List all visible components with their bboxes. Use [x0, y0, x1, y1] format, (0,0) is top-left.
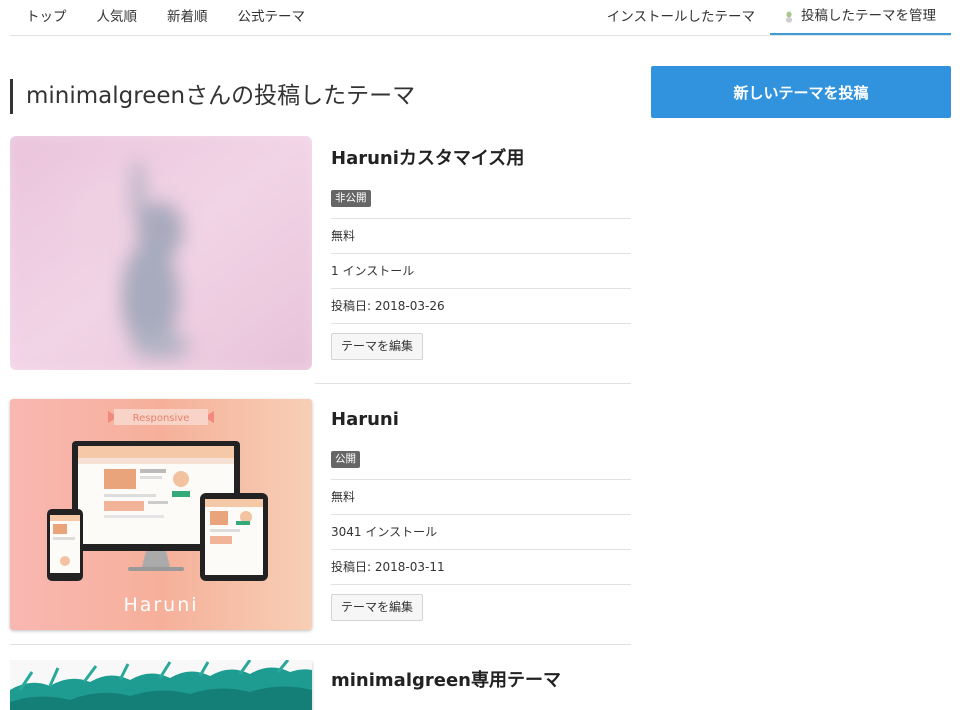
thumb-banner-text: Responsive [133, 413, 190, 424]
card-divider [315, 383, 631, 384]
theme-info: Haruni 公開 無料 3041 インストール 投稿日: 2018-03-11… [331, 401, 631, 629]
edit-theme-button[interactable]: テーマを編集 [331, 332, 424, 360]
theme-posted-date: 投稿日: 2018-03-11 [331, 550, 631, 585]
nav-manage-themes[interactable]: 投稿したテーマを管理 [770, 0, 951, 35]
status-badge: 非公開 [331, 189, 371, 207]
theme-thumbnail[interactable] [10, 660, 312, 710]
nav-popular[interactable]: 人気順 [82, 0, 153, 35]
theme-card: Haruniカスタマイズ用 非公開 無料 1 インストール 投稿日: 2018-… [10, 136, 631, 384]
nav-top[interactable]: トップ [10, 0, 82, 35]
user-leaf-icon [785, 11, 793, 23]
theme-price: 無料 [331, 219, 631, 254]
status-badge: 公開 [331, 450, 360, 468]
nav-official[interactable]: 公式テーマ [223, 0, 321, 35]
theme-title[interactable]: Haruni [331, 401, 631, 439]
nav-left: トップ 人気順 新着順 公式テーマ [10, 0, 320, 35]
post-new-theme-button[interactable]: 新しいテーマを投稿 [651, 66, 951, 118]
theme-card: Responsive Haruni Haruni 公開 無料 3041 インスト… [10, 399, 631, 646]
theme-info: Haruniカスタマイズ用 非公開 無料 1 インストール 投稿日: 2018-… [331, 140, 631, 368]
theme-thumbnail[interactable] [10, 136, 312, 370]
card-divider [10, 644, 631, 645]
theme-title[interactable]: minimalgreen専用テーマ [331, 662, 631, 700]
nav-manage-label: 投稿したテーマを管理 [801, 8, 936, 24]
theme-card: minimalgreen専用テーマ [10, 660, 631, 710]
theme-price: 無料 [331, 480, 631, 515]
theme-info: minimalgreen専用テーマ [331, 662, 631, 700]
theme-posted-date: 投稿日: 2018-03-26 [331, 289, 631, 324]
nav-installed-themes[interactable]: インストールしたテーマ [592, 0, 770, 35]
theme-installs: 3041 インストール [331, 515, 631, 550]
nav-newest[interactable]: 新着順 [152, 0, 223, 35]
nav-right: インストールしたテーマ 投稿したテーマを管理 [592, 0, 951, 35]
theme-title[interactable]: Haruniカスタマイズ用 [331, 140, 631, 178]
page-title: minimalgreenさんの投稿したテーマ [10, 79, 415, 114]
theme-thumbnail[interactable]: Responsive Haruni [10, 399, 312, 630]
theme-installs: 1 インストール [331, 254, 631, 289]
edit-theme-button[interactable]: テーマを編集 [331, 593, 424, 621]
thumb-product-name: Haruni [123, 594, 198, 616]
top-nav: トップ 人気順 新着順 公式テーマ インストールしたテーマ 投稿したテーマを管理 [10, 0, 951, 36]
